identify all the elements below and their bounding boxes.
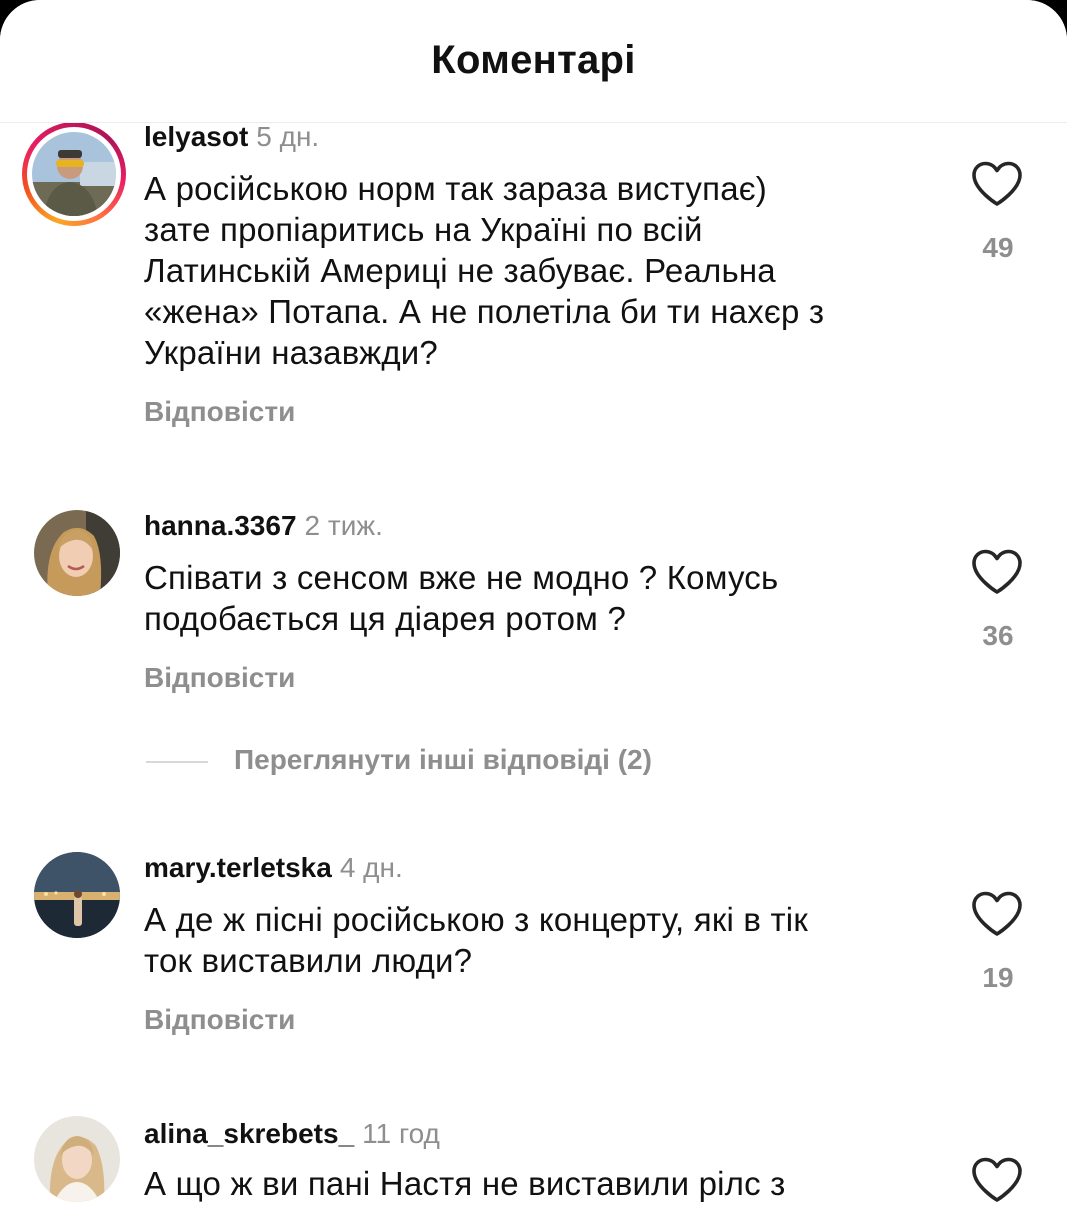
comment-text: Співати з сенсом вже не модно ? Комусь п…: [144, 559, 779, 637]
comment-time: 2 тиж.: [304, 510, 383, 541]
heart-outline-icon: [972, 549, 1022, 594]
username[interactable]: lelyasot: [144, 121, 248, 152]
avatar-photo: [34, 510, 120, 596]
avatar-image: [34, 510, 120, 596]
like-count: 49: [982, 232, 1014, 263]
avatar[interactable]: [22, 1106, 126, 1210]
avatar-image: [34, 852, 120, 938]
comment-user-line: alina_skrebets_ 11 год: [144, 1118, 440, 1150]
avatar[interactable]: [22, 122, 126, 226]
like-button[interactable]: [970, 548, 1024, 596]
comment-user-line: lelyasot 5 дн.: [144, 121, 319, 153]
username[interactable]: alina_skrebets_: [144, 1118, 354, 1149]
like-count: 36: [982, 620, 1014, 651]
like-button[interactable]: [970, 890, 1024, 938]
comment-text: А де ж пісні російською з концерту, які …: [144, 901, 808, 979]
username[interactable]: mary.terletska: [144, 852, 332, 883]
reply-button[interactable]: Відповісти: [144, 662, 295, 694]
username[interactable]: hanna.3367: [144, 510, 297, 541]
like-count: 19: [982, 962, 1014, 993]
heart-outline-icon: [972, 1157, 1022, 1202]
comment-user-line: hanna.3367 2 тиж.: [144, 510, 383, 542]
like-button[interactable]: [970, 1156, 1024, 1204]
page-title: Коментарі: [431, 38, 636, 82]
view-more-replies-label: Переглянути інші відповіді (2): [234, 744, 652, 775]
comments-sheet: Коментарі lelyasot 5 дн. А російською но…: [0, 0, 1067, 1230]
heart-outline-icon: [972, 891, 1022, 936]
avatar[interactable]: [22, 842, 126, 946]
reply-button[interactable]: Відповісти: [144, 1004, 295, 1036]
divider-line: [146, 761, 208, 763]
reply-button[interactable]: Відповісти: [144, 396, 295, 428]
like-button[interactable]: [970, 160, 1024, 208]
avatar-photo: [34, 852, 120, 938]
comment-time: 4 дн.: [339, 852, 403, 883]
comments-header: Коментарі: [0, 0, 1067, 123]
comment-time: 11 год: [362, 1118, 440, 1149]
comment-user-line: mary.terletska 4 дн.: [144, 852, 403, 884]
avatar-photo: [34, 1116, 120, 1202]
avatar-image: [34, 1116, 120, 1202]
avatar-image: [32, 132, 116, 216]
avatar-photo: [32, 132, 116, 216]
view-more-replies-button[interactable]: Переглянути інші відповіді (2): [146, 742, 846, 782]
avatar[interactable]: [22, 500, 126, 604]
heart-outline-icon: [972, 161, 1022, 206]
comment-text: А російською норм так зараза виступає) з…: [144, 170, 825, 371]
comment-text: А що ж ви пані Настя не виставили рілс з: [144, 1165, 786, 1202]
comment-time: 5 дн.: [256, 121, 320, 152]
